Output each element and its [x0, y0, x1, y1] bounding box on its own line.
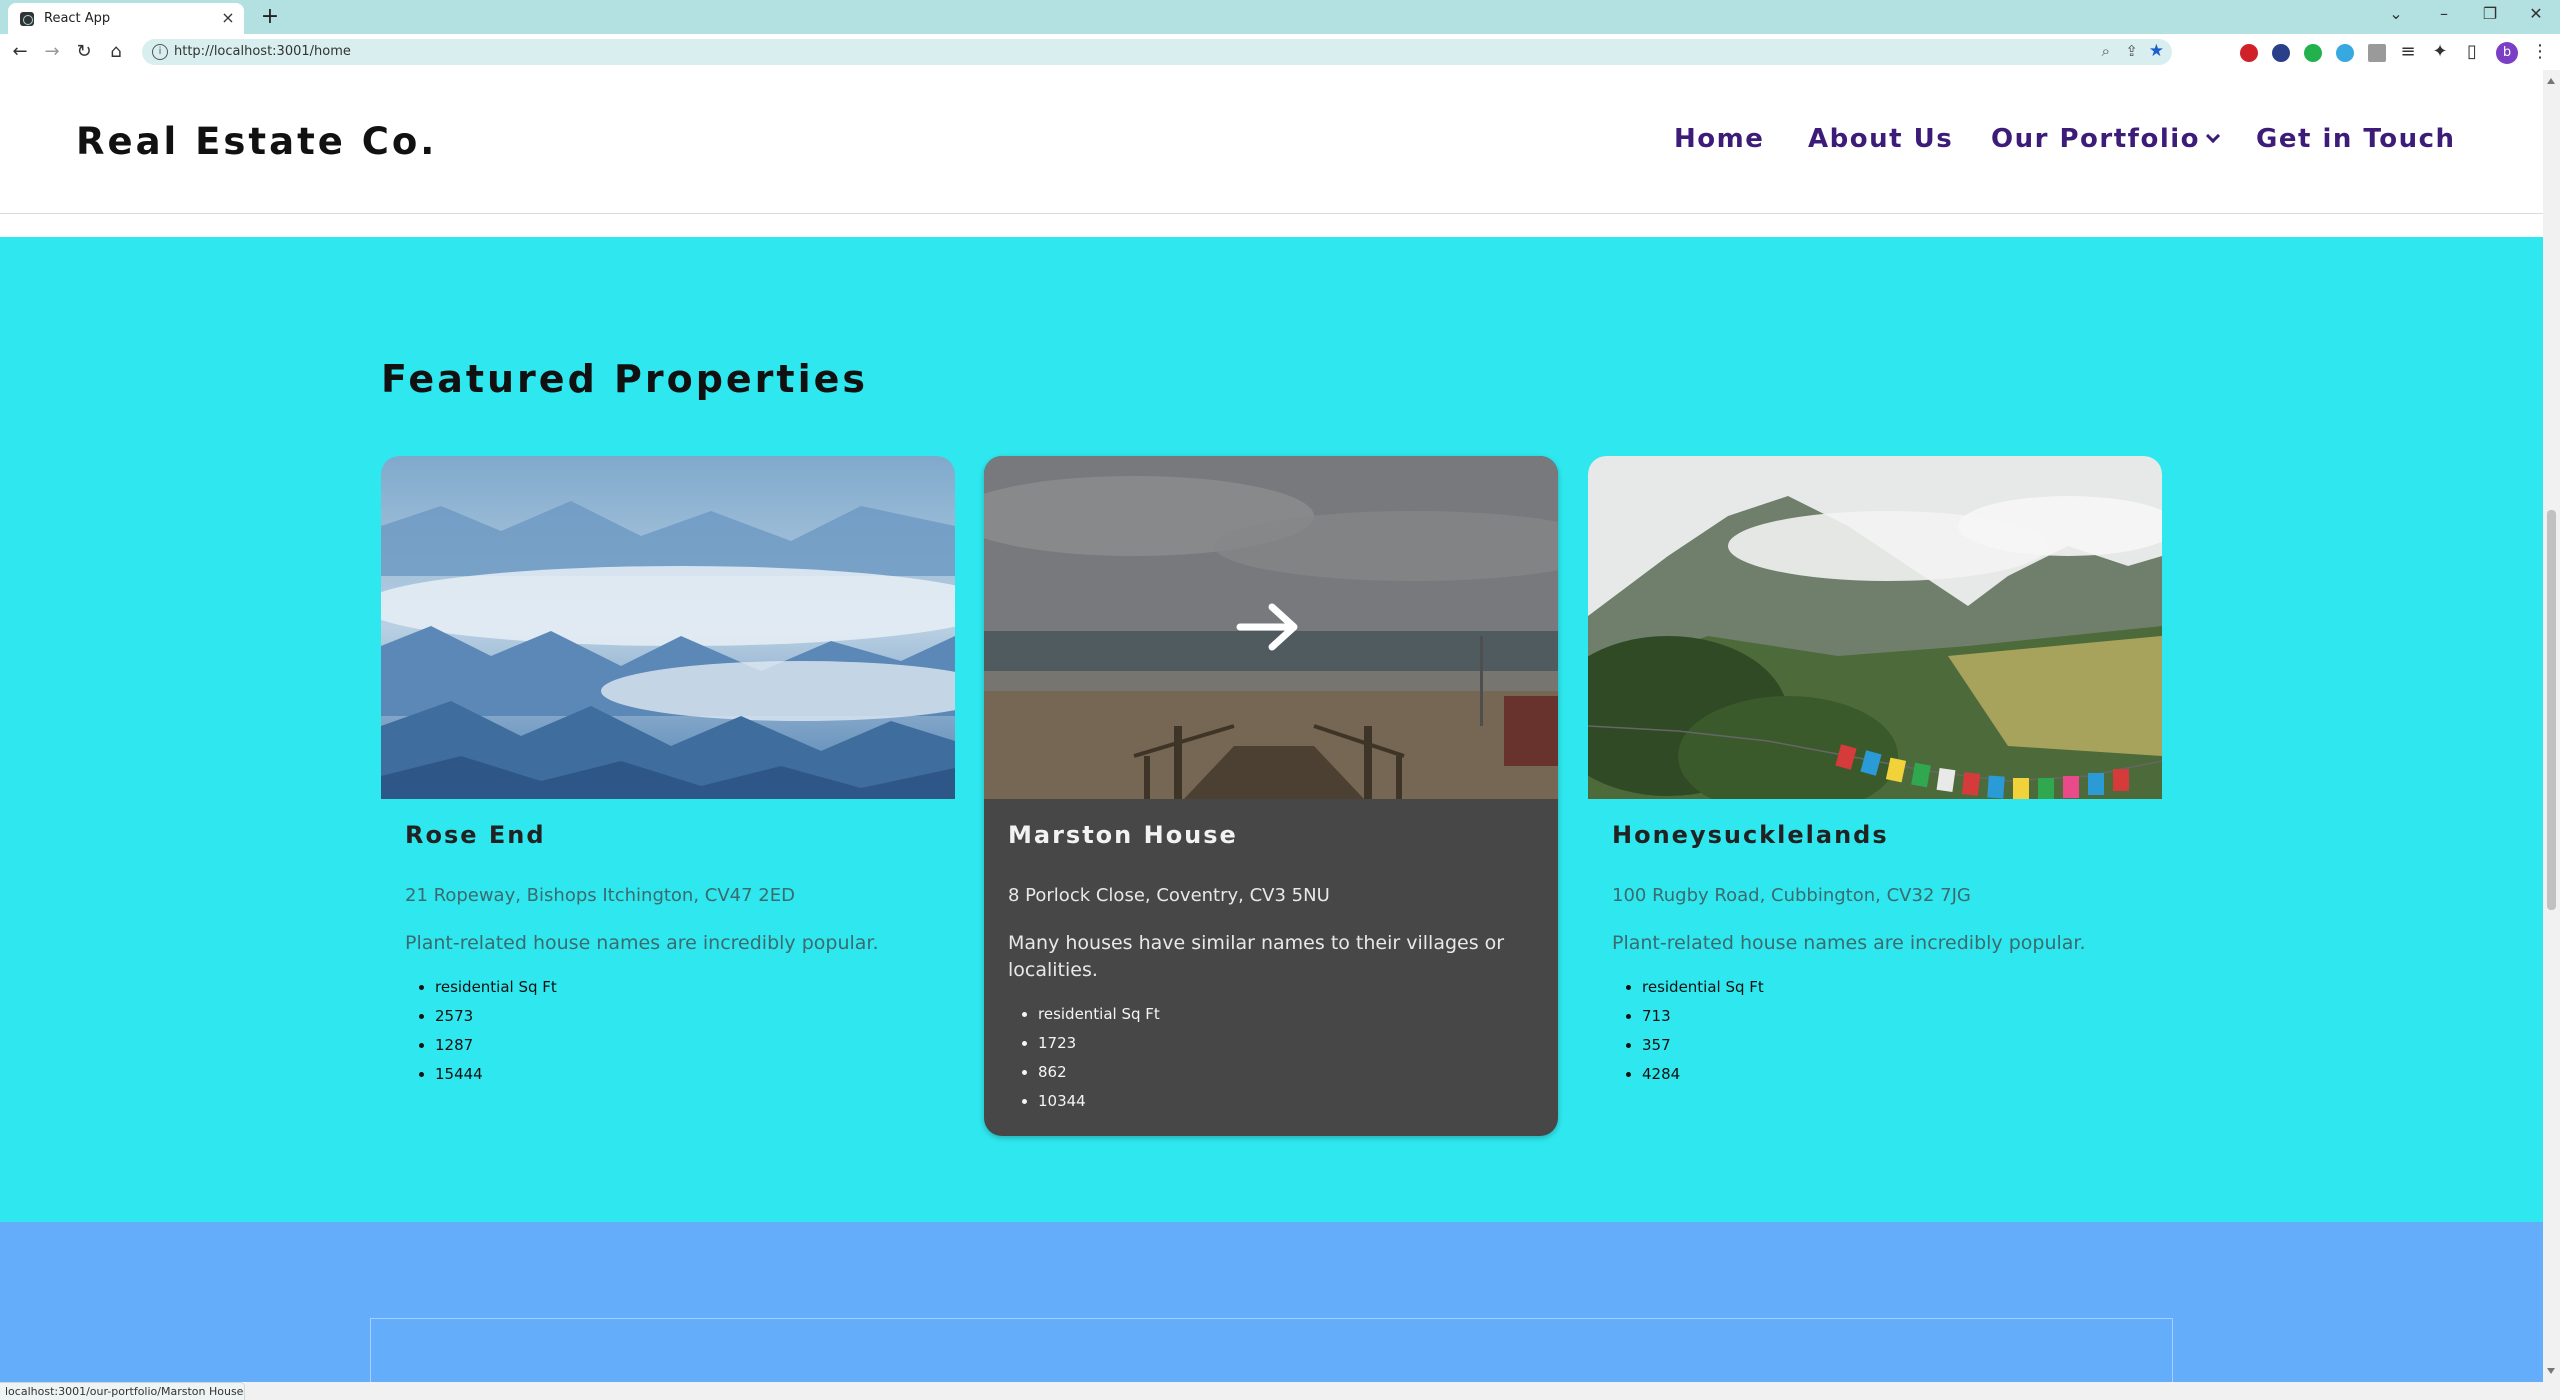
forward-icon[interactable]: →: [40, 40, 64, 64]
card-body: Honeysucklelands 100 Rugby Road, Cubbing…: [1588, 799, 2162, 1109]
site-logo[interactable]: Real Estate Co.: [76, 120, 437, 163]
address-url[interactable]: http://localhost:3001/home: [174, 44, 351, 59]
browser-toolbar: ← → ↻ ⌂ i http://localhost:3001/home ⌕ ⇪…: [0, 34, 2560, 70]
list-item: 1287: [435, 1031, 931, 1060]
scrollbar-thumb[interactable]: [2547, 510, 2556, 910]
extensions-puzzle-icon[interactable]: ✦: [2428, 40, 2452, 64]
property-name: Rose End: [405, 821, 546, 849]
nav-about-us[interactable]: About Us: [1808, 124, 1953, 154]
list-item: residential Sq Ft: [1038, 1000, 1534, 1029]
address-bar[interactable]: i http://localhost:3001/home ⌕ ⇪ ★: [142, 39, 2172, 65]
new-tab-icon[interactable]: +: [258, 5, 282, 29]
lower-section: [0, 1222, 2543, 1382]
close-window-icon[interactable]: ✕: [2522, 4, 2550, 23]
home-icon[interactable]: ⌂: [104, 40, 128, 64]
browser-tab[interactable]: React App ×: [8, 3, 244, 34]
property-image-beach-boardwalk: [984, 456, 1558, 799]
minimize-icon[interactable]: –: [2430, 4, 2458, 23]
property-description: Many houses have similar names to their …: [1008, 932, 1505, 981]
scroll-down-icon[interactable]: [2547, 1368, 2555, 1374]
browser-tab-strip: React App × + ⌄ – ❐ ✕: [0, 0, 2560, 34]
property-image-green-valley: [1588, 456, 2162, 799]
section-title: Featured Properties: [381, 357, 868, 401]
extension-green-icon[interactable]: [2304, 44, 2322, 62]
share-icon[interactable]: ⇪: [2125, 42, 2138, 60]
chevron-down-icon: [2205, 128, 2221, 144]
property-details-list: residential Sq Ft 2573 1287 15444: [405, 973, 931, 1089]
nav-get-in-touch[interactable]: Get in Touch: [2256, 124, 2456, 154]
react-favicon-icon: [20, 12, 34, 26]
reading-list-icon[interactable]: ≡: [2396, 40, 2420, 64]
back-icon[interactable]: ←: [8, 40, 32, 64]
property-name: Marston House: [1008, 821, 1238, 849]
menu-kebab-icon[interactable]: ⋮: [2528, 40, 2552, 64]
extension-gray-icon[interactable]: [2368, 44, 2386, 62]
extension-red-icon[interactable]: [2240, 44, 2258, 62]
property-card-marston-house[interactable]: Marston House 8 Porlock Close, Coventry,…: [984, 456, 1558, 1136]
page-scrollbar[interactable]: [2543, 70, 2560, 1382]
card-body: Marston House 8 Porlock Close, Coventry,…: [984, 799, 1558, 1136]
profile-avatar[interactable]: b: [2496, 42, 2518, 64]
list-item: 15444: [435, 1060, 931, 1089]
property-details-list: residential Sq Ft 713 357 4284: [1612, 973, 2138, 1089]
list-item: 10344: [1038, 1087, 1534, 1116]
featured-properties-section: Featured Properties Rose End 21 Ropeway,…: [0, 237, 2543, 1222]
content-box: [370, 1318, 2173, 1382]
nav-home[interactable]: Home: [1674, 124, 1764, 154]
nav-our-portfolio[interactable]: Our Portfolio: [1991, 124, 2221, 154]
reload-icon[interactable]: ↻: [72, 40, 96, 64]
zoom-icon[interactable]: ⌕: [2102, 42, 2110, 60]
list-item: 713: [1642, 1002, 2138, 1031]
list-item: 1723: [1038, 1029, 1534, 1058]
arrow-right-icon: [1236, 603, 1298, 651]
extension-lightblue-icon[interactable]: [2336, 44, 2354, 62]
card-body: Rose End 21 Ropeway, Bishops Itchington,…: [381, 799, 955, 1109]
list-item: 357: [1642, 1031, 2138, 1060]
nav-our-portfolio-label: Our Portfolio: [1991, 124, 2201, 154]
restore-icon[interactable]: ❐: [2476, 4, 2504, 23]
property-name: Honeysucklelands: [1612, 821, 1889, 849]
horizontal-scroll-track: [245, 1382, 2560, 1400]
tab-close-icon[interactable]: ×: [218, 8, 238, 28]
property-description: Plant-related house names are incredibly…: [405, 932, 879, 954]
property-description: Plant-related house names are incredibly…: [1612, 932, 2086, 954]
site-info-icon[interactable]: i: [152, 44, 168, 60]
property-address: 100 Rugby Road, Cubbington, CV32 7JG: [1612, 885, 1971, 906]
list-item: 862: [1038, 1058, 1534, 1087]
tab-search-chevron-icon[interactable]: ⌄: [2382, 4, 2410, 23]
site-header: Real Estate Co. Home About Us Our Portfo…: [0, 70, 2543, 214]
property-image-misty-mountains: [381, 456, 955, 799]
list-item: residential Sq Ft: [435, 973, 931, 1002]
status-bar-url: localhost:3001/our-portfolio/Marston Hou…: [0, 1382, 245, 1400]
extension-blue-icon[interactable]: [2272, 44, 2290, 62]
page-viewport: Real Estate Co. Home About Us Our Portfo…: [0, 70, 2543, 1382]
scroll-up-icon[interactable]: [2547, 78, 2555, 84]
tab-title: React App: [44, 11, 111, 26]
property-card-rose-end[interactable]: Rose End 21 Ropeway, Bishops Itchington,…: [381, 456, 955, 1109]
list-item: 2573: [435, 1002, 931, 1031]
side-panel-icon[interactable]: ▯: [2460, 40, 2484, 64]
bookmark-star-icon[interactable]: ★: [2149, 41, 2164, 61]
list-item: residential Sq Ft: [1642, 973, 2138, 1002]
property-address: 8 Porlock Close, Coventry, CV3 5NU: [1008, 885, 1330, 906]
property-address: 21 Ropeway, Bishops Itchington, CV47 2ED: [405, 885, 795, 906]
property-details-list: residential Sq Ft 1723 862 10344: [1008, 1000, 1534, 1116]
property-card-honeysucklelands[interactable]: Honeysucklelands 100 Rugby Road, Cubbing…: [1588, 456, 2162, 1109]
list-item: 4284: [1642, 1060, 2138, 1089]
